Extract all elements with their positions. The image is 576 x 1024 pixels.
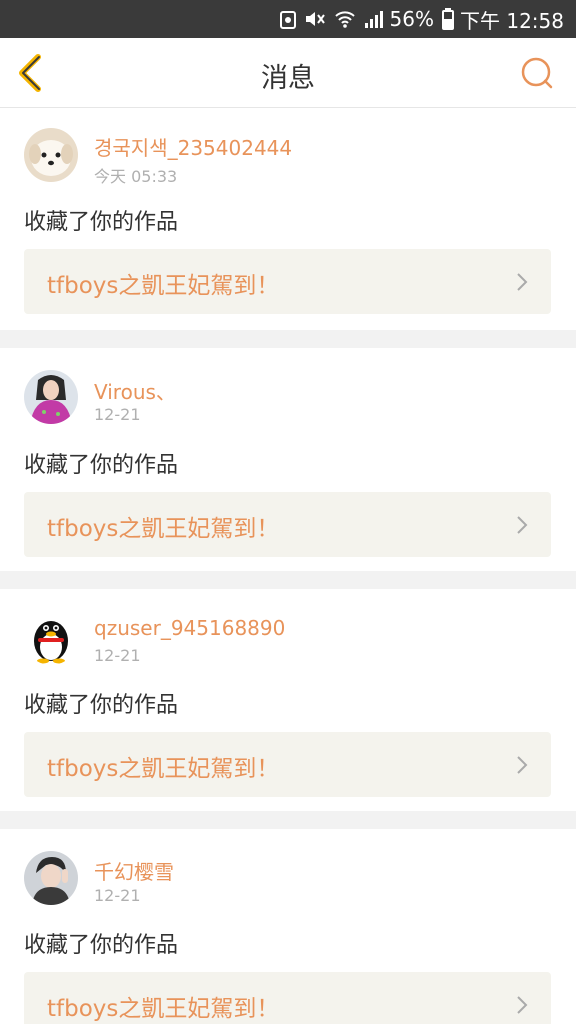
work-title: tfboys之凱王妃駕到！ — [47, 756, 280, 782]
work-title: tfboys之凱王妃駕到！ — [47, 996, 280, 1022]
user-avatar[interactable] — [24, 370, 78, 424]
user-name[interactable]: qzuser_945168890 — [94, 616, 285, 640]
work-title: tfboys之凱王妃駕到！ — [47, 516, 280, 542]
puppy-avatar-icon — [24, 128, 78, 182]
timestamp: 12-21 — [94, 646, 141, 665]
timestamp: 今天 05:33 — [94, 167, 178, 186]
search-icon — [521, 57, 553, 89]
clock: 下午 12:58 — [460, 8, 564, 33]
user-avatar[interactable] — [24, 128, 78, 182]
action-text: 收藏了你的作品 — [24, 210, 179, 235]
user-name[interactable]: 경국지색_235402444 — [94, 132, 292, 161]
work-link[interactable]: tfboys之凱王妃駕到！ — [24, 249, 551, 314]
signal-icon — [364, 9, 384, 29]
mute-icon — [304, 9, 326, 29]
user-avatar[interactable] — [24, 851, 78, 905]
penguin-avatar-icon — [24, 611, 78, 665]
timestamp: 12-21 — [94, 886, 141, 905]
message-card: Virous、 12-21 收藏了你的作品 tfboys之凱王妃駕到！ — [0, 330, 576, 571]
message-card: qzuser_945168890 12-21 收藏了你的作品 tfboys之凱王… — [0, 571, 576, 811]
user-name[interactable]: Virous、 — [94, 376, 176, 405]
work-link[interactable]: tfboys之凱王妃駕到！ — [24, 492, 551, 557]
action-text: 收藏了你的作品 — [24, 453, 179, 478]
notification-icon — [279, 9, 296, 29]
timestamp: 12-21 — [94, 405, 141, 424]
battery-icon — [442, 8, 454, 30]
work-link[interactable]: tfboys之凱王妃駕到！ — [24, 972, 551, 1024]
wifi-icon — [334, 9, 356, 29]
work-link[interactable]: tfboys之凱王妃駕到！ — [24, 732, 551, 797]
chevron-right-icon — [517, 516, 528, 534]
nav-bar: 消息 — [0, 38, 576, 108]
chevron-right-icon — [517, 756, 528, 774]
girl-avatar-icon — [24, 370, 78, 424]
action-text: 收藏了你的作品 — [24, 933, 179, 958]
message-card: 千幻樱雪 12-21 收藏了你的作品 tfboys之凱王妃駕到！ — [0, 811, 576, 1024]
work-title: tfboys之凱王妃駕到！ — [47, 273, 280, 299]
user-avatar[interactable] — [24, 611, 78, 665]
message-card: 경국지색_235402444 今天 05:33 收藏了你的作品 tfboys之凱… — [0, 108, 576, 330]
boy-avatar-icon — [24, 851, 78, 905]
message-list: 경국지색_235402444 今天 05:33 收藏了你的作品 tfboys之凱… — [0, 108, 576, 1024]
chevron-right-icon — [517, 996, 528, 1014]
search-button[interactable] — [520, 56, 554, 90]
battery-percent: 56% — [389, 7, 434, 31]
page-title: 消息 — [261, 63, 315, 94]
action-text: 收藏了你的作品 — [24, 693, 179, 718]
chevron-right-icon — [517, 273, 528, 291]
status-bar: 56% 下午 12:58 — [0, 0, 576, 38]
user-name[interactable]: 千幻樱雪 — [94, 856, 174, 885]
